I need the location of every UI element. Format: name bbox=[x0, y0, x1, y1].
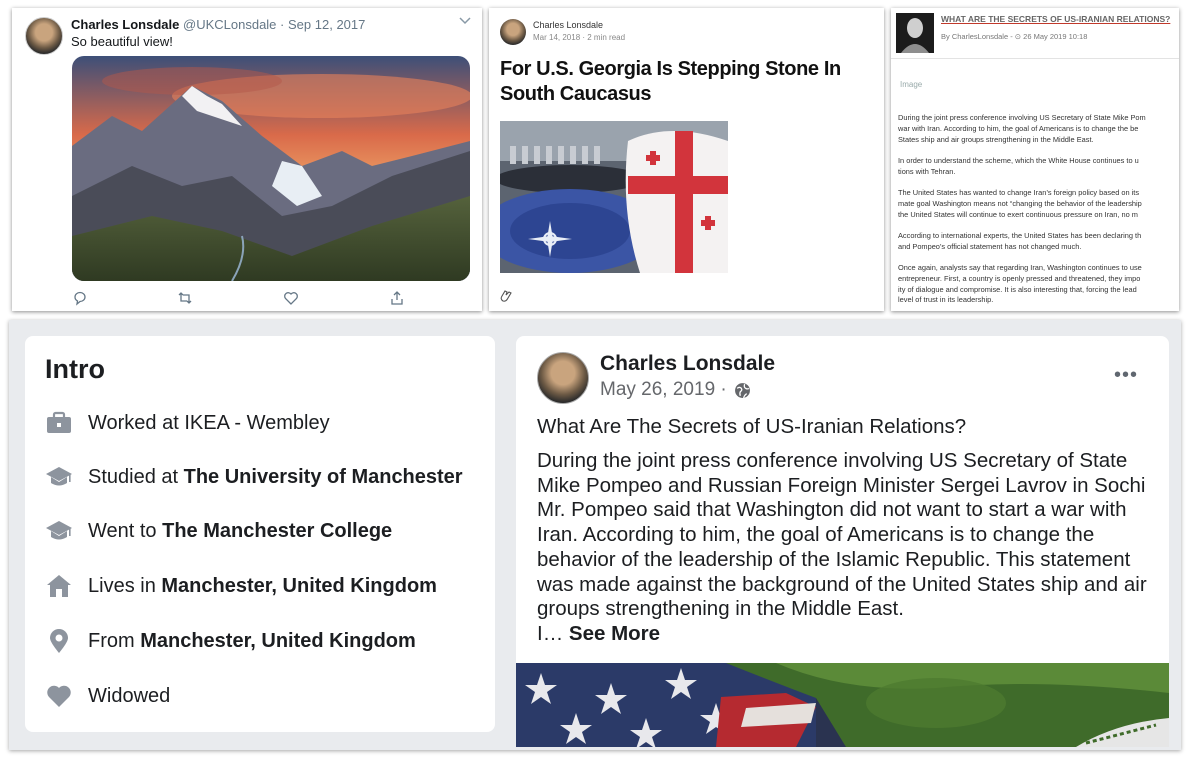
avatar[interactable] bbox=[25, 17, 63, 55]
intro-item[interactable]: Lives in Manchester, United Kingdom bbox=[45, 569, 437, 603]
post-body-truncated: I… bbox=[537, 621, 569, 645]
globe-icon bbox=[734, 382, 751, 399]
intro-title: Intro bbox=[45, 354, 105, 384]
share-icon[interactable] bbox=[389, 290, 405, 306]
post-title: What Are The Secrets of US-Iranian Relat… bbox=[537, 415, 967, 438]
news-article-card: WHAT ARE THE SECRETS OF US-IRANIAN RELAT… bbox=[891, 8, 1179, 311]
graduation-cap-icon bbox=[45, 463, 73, 491]
post-author-name[interactable]: Charles Lonsdale bbox=[600, 352, 775, 376]
intro-item[interactable]: Worked at IKEA - Wembley bbox=[45, 406, 330, 440]
news-body: During the joint press conference involv… bbox=[898, 113, 1179, 311]
news-title[interactable]: WHAT ARE THE SECRETS OF US-IRANIAN RELAT… bbox=[941, 14, 1170, 24]
intro-item-text: Worked at IKEA - Wembley bbox=[88, 412, 330, 435]
news-paragraph-line: entrepreneur. First, a country is openly… bbox=[898, 273, 1141, 283]
article-meta: Mar 14, 2018 · 2 min read bbox=[533, 33, 626, 42]
intro-item[interactable]: Studied at The University of Manchester bbox=[45, 460, 463, 494]
like-icon[interactable] bbox=[283, 290, 299, 306]
news-paragraph: According to international experts, the … bbox=[898, 231, 1179, 253]
news-paragraph-line: The United States has wanted to change I… bbox=[898, 187, 1140, 197]
broken-image-placeholder: Image bbox=[900, 80, 923, 89]
tweet-actions bbox=[12, 290, 482, 306]
facebook-post: Charles Lonsdale May 26, 2019 · ••• What… bbox=[516, 336, 1169, 747]
divider bbox=[891, 58, 1179, 59]
avatar[interactable] bbox=[500, 19, 526, 45]
avatar[interactable] bbox=[537, 352, 589, 404]
article-image-nato-georgia[interactable] bbox=[500, 121, 728, 273]
news-paragraph-line: level of trust in its leadership. bbox=[898, 295, 994, 305]
see-more-link[interactable]: See More bbox=[569, 622, 660, 645]
house-icon bbox=[45, 572, 73, 600]
tweet-author-name[interactable]: Charles Lonsdale bbox=[71, 17, 179, 32]
intro-item-text: Widowed bbox=[88, 685, 170, 708]
news-paragraph-line: States ship and air groups strengthening… bbox=[898, 134, 1094, 144]
article-author[interactable]: Charles Lonsdale bbox=[533, 20, 603, 30]
article-title[interactable]: For U.S. Georgia Is Stepping Stone In So… bbox=[500, 57, 880, 107]
intro-item-value[interactable]: Manchester, United Kingdom bbox=[161, 575, 437, 597]
briefcase-icon bbox=[45, 409, 73, 437]
tweet-text: So beautiful view! bbox=[71, 34, 173, 49]
news-paragraph: During the joint press conference involv… bbox=[898, 113, 1179, 145]
post-body-text: During the joint press conference involv… bbox=[537, 449, 1147, 621]
news-paragraph-line: According to international experts, the … bbox=[898, 230, 1142, 240]
separator-dot: · bbox=[280, 17, 285, 32]
tweet-date[interactable]: Sep 12, 2017 bbox=[288, 17, 365, 32]
intro-item-text: From Manchester, United Kingdom bbox=[88, 630, 416, 653]
news-paragraph-line: In order to understand the scheme, which… bbox=[898, 155, 1139, 165]
news-paragraph-line: During the joint press conference involv… bbox=[898, 113, 1146, 122]
chevron-down-icon[interactable] bbox=[459, 16, 471, 28]
news-paragraph-line: ity of dialogue and compromise. It is al… bbox=[898, 284, 1137, 294]
heart-icon bbox=[45, 682, 73, 710]
news-paragraph-line: tions with Tehran. bbox=[898, 166, 956, 176]
news-paragraph: Once again, analysts say that regarding … bbox=[898, 263, 1179, 306]
tweet-image-mountain[interactable] bbox=[72, 56, 470, 281]
intro-item-value[interactable]: The Manchester College bbox=[162, 520, 392, 542]
post-date-text[interactable]: May 26, 2019 · bbox=[600, 379, 727, 401]
intro-item-prefix: Worked at IKEA - Wembley bbox=[88, 411, 330, 434]
tweet-header: Charles Lonsdale @UKCLonsdale · Sep 12, … bbox=[71, 17, 365, 32]
news-paragraph-line: the United States will continue to exert… bbox=[898, 209, 1138, 219]
author-thumbnail[interactable] bbox=[896, 13, 934, 53]
reply-icon[interactable] bbox=[72, 290, 88, 306]
post-image-us-iran-flags[interactable] bbox=[516, 663, 1169, 747]
tweet-handle[interactable]: @UKCLonsdale bbox=[183, 17, 276, 32]
clap-icon[interactable] bbox=[498, 288, 514, 304]
more-options-button[interactable]: ••• bbox=[1114, 364, 1138, 387]
intro-card: Intro Worked at IKEA - Wembley Studied at… bbox=[25, 336, 495, 732]
intro-item-prefix: Studied at bbox=[88, 465, 184, 488]
news-paragraph-line: war with Iran. According to him, the goa… bbox=[898, 123, 1139, 133]
tweet-card: Charles Lonsdale @UKCLonsdale · Sep 12, … bbox=[12, 8, 482, 311]
graduation-cap-icon bbox=[45, 517, 73, 545]
news-paragraph-line: Once again, analysts say that regarding … bbox=[898, 262, 1142, 272]
intro-item[interactable]: Went to The Manchester College bbox=[45, 514, 392, 548]
retweet-icon[interactable] bbox=[177, 290, 193, 306]
medium-article-card: Charles Lonsdale Mar 14, 2018 · 2 min re… bbox=[489, 8, 884, 311]
intro-item[interactable]: Widowed bbox=[45, 679, 170, 713]
intro-item-prefix: Widowed bbox=[88, 684, 171, 707]
intro-item-text: Lives in Manchester, United Kingdom bbox=[88, 575, 437, 598]
news-paragraph-line: mate goal Washington means not “changing… bbox=[898, 198, 1142, 208]
intro-item-text: Studied at The University of Manchester bbox=[88, 466, 463, 489]
intro-item-prefix: Went to bbox=[88, 519, 163, 542]
post-date[interactable]: May 26, 2019 · bbox=[600, 379, 751, 401]
intro-item-text: Went to The Manchester College bbox=[88, 520, 392, 543]
news-paragraph: The United States has wanted to change I… bbox=[898, 188, 1179, 220]
post-body: During the joint press conference involv… bbox=[537, 449, 1162, 647]
news-meta: By CharlesLonsdale - ⊙ 26 May 2019 10:18 bbox=[941, 32, 1088, 41]
intro-item-prefix: From bbox=[88, 629, 141, 652]
news-paragraph: In order to understand the scheme, which… bbox=[898, 156, 1179, 178]
intro-item-prefix: Lives in bbox=[88, 574, 162, 597]
intro-item-value[interactable]: The University of Manchester bbox=[184, 466, 463, 488]
intro-item[interactable]: From Manchester, United Kingdom bbox=[45, 624, 416, 658]
news-paragraph-line: and Pompeo’s official statement has not … bbox=[898, 241, 1082, 251]
intro-item-value[interactable]: Manchester, United Kingdom bbox=[140, 630, 416, 652]
location-pin-icon bbox=[45, 627, 73, 655]
